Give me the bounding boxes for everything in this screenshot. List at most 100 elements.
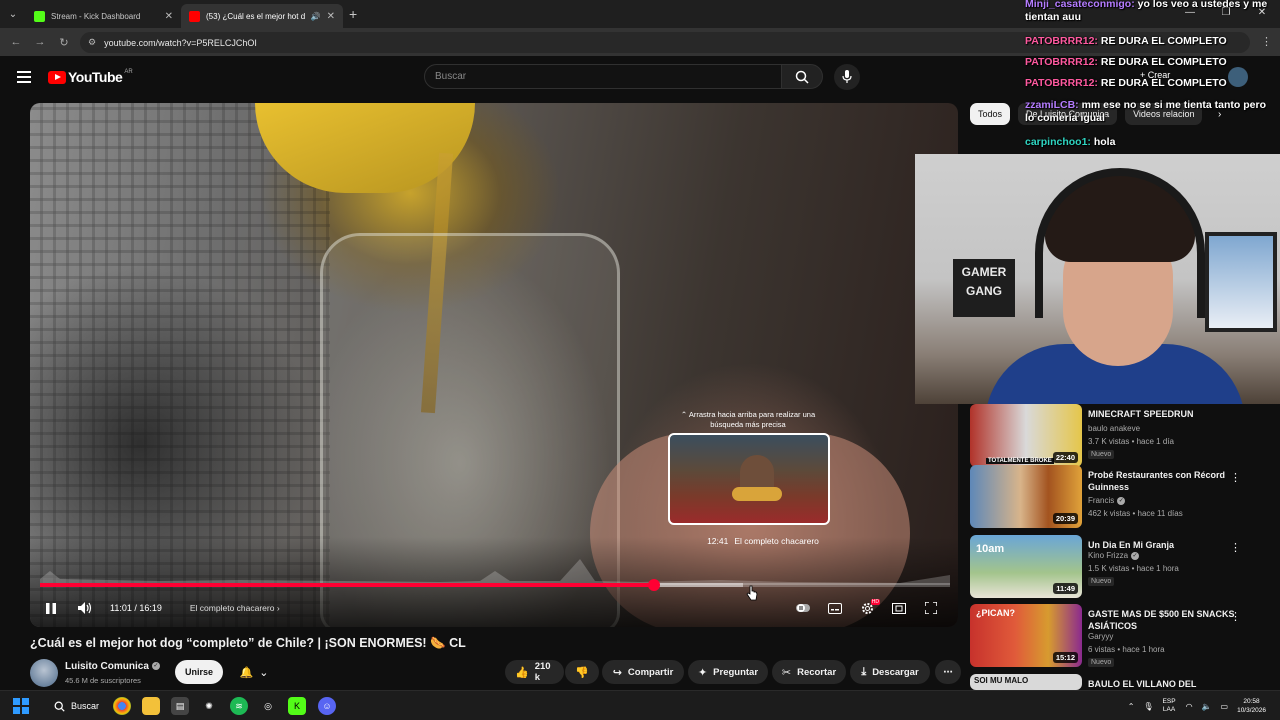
chat-message: carpinchoo1: hola — [1025, 136, 1275, 149]
chat-message: PATOBRRR12: RE DURA EL COMPLETO — [1025, 35, 1275, 48]
battery-icon[interactable]: ▭ — [1221, 702, 1229, 711]
video-thumbnail[interactable]: TOTALMENTE BROKE 22:40 — [970, 404, 1082, 467]
join-button[interactable]: Unirse — [175, 660, 223, 684]
ask-button[interactable]: ✦ Preguntar — [688, 660, 768, 684]
close-icon[interactable]: ✕ — [165, 11, 173, 22]
list-item[interactable]: TOTALMENTE BROKE 22:40 MINECRAFT SPEEDRU… — [970, 404, 1270, 468]
more-options-icon[interactable]: ⋮ — [1230, 541, 1241, 554]
video-title-link[interactable]: Un Dia En Mi Granja — [1088, 539, 1243, 551]
more-actions-button[interactable]: ⋯ — [935, 660, 961, 684]
chip-all[interactable]: Todos — [970, 103, 1011, 125]
share-button[interactable]: ↪ Compartir — [602, 660, 684, 684]
youtube-icon — [189, 10, 200, 22]
fullscreen-button[interactable] — [922, 602, 940, 614]
video-title-link[interactable]: GASTE MAS DE $500 EN SNACKS ASIÁTICOS — [1088, 608, 1243, 632]
tab-kick-dashboard[interactable]: Stream - Kick Dashboard ✕ — [26, 4, 181, 28]
kick-icon[interactable]: K — [288, 697, 306, 715]
youtube-logo[interactable]: YouTube AR — [48, 69, 133, 85]
file-explorer-icon[interactable] — [142, 697, 160, 715]
chat-username: PATOBRRR12: — [1025, 77, 1098, 89]
language-indicator[interactable]: ESP LAA — [1163, 698, 1176, 714]
preview-chapter: El completo chacarero — [734, 536, 819, 546]
autoplay-toggle[interactable] — [794, 603, 812, 613]
clock[interactable]: 20:58 10/3/2026 — [1237, 697, 1266, 715]
microphone-icon[interactable]: 🎙 — [1143, 702, 1153, 711]
account-avatar[interactable] — [1228, 67, 1248, 87]
channel-name-link[interactable]: Luisito Comunica ✓ — [65, 661, 160, 672]
chevron-up-icon: ⌃ — [680, 410, 689, 419]
site-info-icon[interactable]: ⚙ — [88, 37, 96, 48]
video-thumbnail[interactable]: ¿PICAN? 15:12 — [970, 604, 1082, 667]
forward-icon[interactable]: → — [28, 36, 52, 48]
progress-bar[interactable] — [40, 579, 950, 591]
video-thumbnail[interactable]: SOI MU MALO — [970, 674, 1082, 690]
chat-text: hola — [1093, 136, 1116, 148]
channel-name[interactable]: baulo anakeve — [1088, 424, 1140, 433]
keyboard-layout: LAA — [1162, 706, 1176, 713]
video-thumbnail[interactable]: 20:39 — [970, 465, 1082, 528]
back-icon[interactable]: ← — [4, 36, 28, 48]
like-button[interactable]: 👍 210 k — [505, 660, 564, 684]
more-options-icon[interactable]: ⋮ — [1230, 610, 1241, 623]
reload-icon[interactable]: ↻ — [52, 36, 76, 49]
chat-username: carpinchoo1: — [1025, 136, 1091, 148]
more-options-icon[interactable]: ⋮ — [1230, 471, 1241, 484]
obs-icon[interactable]: ◎ — [259, 697, 277, 715]
video-thumbnail[interactable]: 10am 11:49 — [970, 535, 1082, 598]
video-title-link[interactable]: MINECRAFT SPEEDRUN — [1088, 408, 1243, 420]
video-title-link[interactable]: Probé Restaurantes con Récord Guinness — [1088, 469, 1243, 493]
windows-start-icon[interactable] — [13, 698, 29, 714]
list-item[interactable]: 10am 11:49 Un Dia En Mi Granja Kino Friz… — [970, 535, 1270, 599]
menu-icon[interactable] — [17, 71, 31, 86]
chat-username: zzamiLCB: — [1025, 99, 1079, 111]
settings-button[interactable]: HD — [858, 598, 880, 615]
avatar[interactable] — [30, 659, 58, 687]
mute-button[interactable] — [74, 602, 96, 614]
subscriber-count: 45.6 M de suscriptores — [65, 676, 141, 685]
wall-picture — [1205, 232, 1277, 332]
notepad-icon[interactable]: ▤ — [171, 697, 189, 715]
create-button[interactable]: + Crear — [1140, 70, 1170, 80]
spotify-icon[interactable]: ≋ — [230, 697, 248, 715]
thumbnail-text: SOI MU MALO — [974, 676, 1029, 685]
tab-search-icon[interactable]: ⌄ — [0, 0, 26, 28]
search-button[interactable] — [781, 64, 823, 89]
chevron-up-icon[interactable]: ⌃ — [1128, 702, 1135, 711]
close-icon[interactable]: ✕ — [327, 11, 335, 22]
discord-icon[interactable]: ☺ — [318, 697, 336, 715]
notifications-button[interactable]: 🔔 ⌄ — [231, 660, 277, 684]
subtitles-button[interactable] — [826, 602, 844, 614]
search-input[interactable]: Buscar — [424, 64, 782, 89]
video-title-link[interactable]: BAULO EL VILLANO DEL — [1088, 678, 1243, 690]
clip-button[interactable]: ✂ Recortar — [772, 660, 846, 684]
list-item[interactable]: 20:39 Probé Restaurantes con Récord Guin… — [970, 465, 1270, 529]
openai-icon[interactable]: ✺ — [200, 697, 218, 715]
video-title: ¿Cuál es el mejor hot dog “completo” de … — [30, 636, 466, 650]
new-tab-button[interactable]: + — [349, 6, 357, 22]
channel-name: Luisito Comunica — [65, 661, 149, 672]
list-item[interactable]: SOI MU MALO BAULO EL VILLANO DEL — [970, 674, 1270, 690]
wifi-icon[interactable]: ◠ — [1186, 702, 1193, 711]
list-item[interactable]: ¿PICAN? 15:12 GASTE MAS DE $500 EN SNACK… — [970, 604, 1270, 668]
chrome-icon[interactable] — [113, 697, 131, 715]
chat-username: PATOBRRR12: — [1025, 35, 1098, 47]
channel-name[interactable]: Francis — [1088, 496, 1114, 505]
volume-icon[interactable]: 🔈 — [1202, 702, 1212, 711]
chapter-button[interactable]: El completo chacarero › — [190, 603, 280, 613]
miniplayer-button[interactable] — [890, 602, 908, 614]
channel-name[interactable]: Garyyy — [1088, 632, 1113, 641]
speaker-icon[interactable]: 🔊 — [311, 12, 321, 21]
channel-name[interactable]: Kino Frizza — [1088, 551, 1128, 560]
dislike-button[interactable]: 👎 — [565, 660, 599, 684]
create-label: Crear — [1147, 70, 1171, 80]
taskbar-search[interactable]: Buscar — [48, 696, 105, 716]
chevron-right-icon: › — [276, 603, 280, 613]
download-button[interactable]: ⤓ Descargar — [850, 660, 930, 684]
voice-search-button[interactable] — [834, 64, 860, 90]
pause-button[interactable] — [40, 602, 62, 614]
tab-youtube-video[interactable]: (53) ¿Cuál es el mejor hot d 🔊 ✕ — [181, 4, 343, 28]
thumbs-down-icon: 👎 — [575, 666, 589, 679]
more-icon: ⋯ — [943, 666, 953, 678]
video-player[interactable]: ⌃ Arrastra hacia arriba para realizar un… — [30, 103, 958, 627]
streamer-webcam: GAMER GANG — [915, 154, 1280, 404]
